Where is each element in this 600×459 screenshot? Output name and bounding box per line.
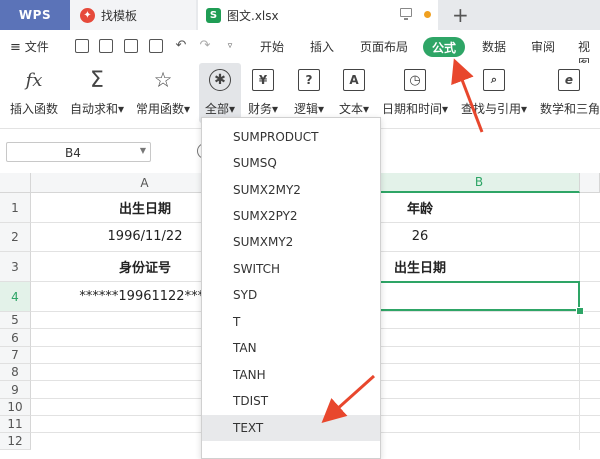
logical-label: 逻辑▾ <box>293 102 325 116</box>
lookup-reference-button[interactable]: ⌕ 查找与引用▾ <box>458 63 530 123</box>
tab-template[interactable]: ✦ 找模板 <box>70 0 196 30</box>
tab-wps[interactable]: WPS <box>0 0 70 30</box>
lookup-icon: ⌕ <box>483 69 505 91</box>
menu-page-layout[interactable]: 页面布局 <box>360 38 408 55</box>
row-header[interactable]: 6 <box>0 329 31 347</box>
fx-icon: fx <box>25 69 43 91</box>
function-item-sumproduct[interactable]: SUMPRODUCT <box>202 124 380 150</box>
tab-template-label: 找模板 <box>101 8 138 23</box>
find-icon[interactable] <box>149 39 163 53</box>
autosum-button[interactable]: Σ 自动求和▾ <box>66 63 128 123</box>
common-functions-label: 常用函数▾ <box>135 102 191 116</box>
fill-handle[interactable] <box>576 307 584 315</box>
function-item-sumsq[interactable]: SUMSQ <box>202 150 380 176</box>
add-tab-icon[interactable]: + <box>452 3 469 27</box>
function-item-sumx2my2[interactable]: SUMX2MY2 <box>202 177 380 203</box>
spreadsheet-logo-icon: S <box>206 7 221 23</box>
function-item-text[interactable]: TEXT <box>202 415 380 441</box>
file-menu-label: 文件 <box>24 40 49 54</box>
insert-function-label: 插入函数 <box>9 102 58 116</box>
asterisk-icon: ✱ <box>209 69 231 91</box>
logical-button[interactable]: ? 逻辑▾ <box>289 63 329 123</box>
print-preview-icon[interactable] <box>124 39 138 53</box>
unsaved-dot-icon <box>424 11 431 18</box>
select-all-corner[interactable] <box>0 173 31 193</box>
math-trig-button[interactable]: e 数学和三角 <box>538 63 600 123</box>
save-icon[interactable] <box>75 39 89 53</box>
column-header-c[interactable] <box>580 173 600 193</box>
row-header[interactable]: 8 <box>0 364 31 381</box>
text-button[interactable]: A 文本▾ <box>334 63 374 123</box>
cell-b2[interactable]: 26 <box>380 222 460 251</box>
text-a-icon: A <box>343 69 365 91</box>
function-item-tan[interactable]: TAN <box>202 335 380 361</box>
row-header[interactable]: 12 <box>0 433 31 450</box>
row-header[interactable]: 4 <box>0 282 31 312</box>
row-header[interactable]: 3 <box>0 252 31 282</box>
chevron-down-icon[interactable]: ▼ <box>140 146 146 155</box>
function-item-switch[interactable]: SWITCH <box>202 256 380 282</box>
sigma-icon: Σ <box>90 67 104 93</box>
function-item-sumxmy2[interactable]: SUMXMY2 <box>202 229 380 255</box>
menu-bar: ≡ 文件 ↶ ↷ ▿ 开始 插入 页面布局 公式 数据 审阅 视图 <box>0 31 600 71</box>
autosum-label: 自动求和▾ <box>69 102 125 116</box>
financial-button[interactable]: ¥ 财务▾ <box>244 63 282 123</box>
row-header[interactable]: 5 <box>0 312 31 329</box>
math-trig-label: 数学和三角 <box>540 102 600 116</box>
math-icon: e <box>558 69 580 91</box>
row-header[interactable]: 2 <box>0 223 31 252</box>
name-box[interactable]: B4 ▼ <box>6 142 151 162</box>
monitor-icon[interactable] <box>400 8 412 20</box>
date-time-button[interactable]: ◷ 日期和时间▾ <box>380 63 450 123</box>
cell-b1[interactable]: 年龄 <box>380 193 460 222</box>
function-item-syd[interactable]: SYD <box>202 282 380 308</box>
gridline <box>579 193 580 450</box>
print-icon[interactable] <box>99 39 113 53</box>
clock-icon: ◷ <box>404 69 426 91</box>
menu-formulas[interactable]: 公式 <box>423 37 465 57</box>
menu-insert[interactable]: 插入 <box>310 38 334 55</box>
file-menu[interactable]: ≡ 文件 <box>10 38 49 55</box>
function-item-t[interactable]: T <box>202 309 380 335</box>
insert-function-button[interactable]: fx 插入函数 <box>6 63 62 123</box>
common-functions-button[interactable]: ☆ 常用函数▾ <box>133 63 193 123</box>
more-icon[interactable]: ▿ <box>223 39 237 53</box>
menu-data[interactable]: 数据 <box>482 38 506 55</box>
row-header[interactable]: 7 <box>0 347 31 364</box>
wps-logo-icon: ✦ <box>80 7 95 23</box>
row-header[interactable]: 11 <box>0 416 31 433</box>
cell-b4-selection[interactable] <box>379 281 580 311</box>
cell-b3[interactable]: 出生日期 <box>380 251 460 281</box>
function-item-tanh[interactable]: TANH <box>202 362 380 388</box>
tab-wps-label: WPS <box>18 8 52 22</box>
star-icon: ☆ <box>153 68 173 92</box>
question-icon: ? <box>298 69 320 91</box>
all-functions-button[interactable]: ✱ 全部▾ <box>199 63 241 123</box>
financial-label: 财务▾ <box>247 102 279 116</box>
function-dropdown: SUMPRODUCT SUMSQ SUMX2MY2 SUMX2PY2 SUMXM… <box>201 117 381 459</box>
all-functions-label: 全部▾ <box>204 102 236 116</box>
text-label: 文本▾ <box>338 102 370 116</box>
menu-home[interactable]: 开始 <box>260 38 284 55</box>
row-header[interactable]: 10 <box>0 399 31 416</box>
tab-bar: WPS ✦ 找模板 S 图文.xlsx + <box>0 0 600 30</box>
name-box-value: B4 <box>65 146 81 160</box>
yen-icon: ¥ <box>252 69 274 91</box>
function-item-sumx2py2[interactable]: SUMX2PY2 <box>202 203 380 229</box>
column-header-b[interactable]: B <box>379 173 580 193</box>
date-time-label: 日期和时间▾ <box>381 102 449 116</box>
hamburger-icon: ≡ <box>10 40 21 55</box>
undo-icon[interactable]: ↶ <box>174 39 188 53</box>
redo-icon[interactable]: ↷ <box>198 39 212 53</box>
tab-document-label: 图文.xlsx <box>227 8 279 23</box>
menu-review[interactable]: 审阅 <box>531 38 555 55</box>
row-header[interactable]: 1 <box>0 193 31 223</box>
function-item-tdist[interactable]: TDIST <box>202 388 380 414</box>
lookup-reference-label: 查找与引用▾ <box>460 102 528 116</box>
row-header[interactable]: 9 <box>0 381 31 399</box>
